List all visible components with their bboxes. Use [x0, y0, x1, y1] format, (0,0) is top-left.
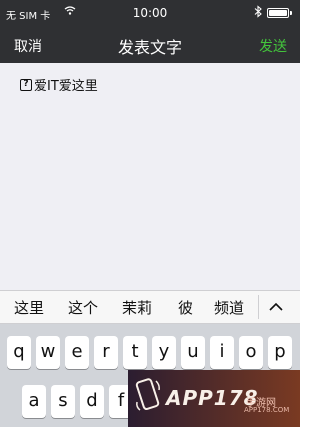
- compose-text: 爱IT爱这里: [34, 79, 98, 94]
- page-title: 发表文字: [117, 38, 182, 57]
- candidate-word[interactable]: 茉莉: [122, 297, 152, 318]
- key[interactable]: a: [22, 385, 46, 418]
- battery-icon: [267, 8, 289, 18]
- key[interactable]: i: [210, 336, 234, 369]
- key[interactable]: r: [94, 336, 118, 369]
- candidate-divider: [258, 295, 259, 319]
- candidate-word[interactable]: 这里: [14, 297, 44, 318]
- key[interactable]: q: [7, 336, 31, 369]
- candidate-word[interactable]: 彼: [178, 297, 193, 318]
- key[interactable]: p: [268, 336, 292, 369]
- battery-tip: [290, 11, 292, 15]
- key[interactable]: s: [51, 385, 75, 418]
- key[interactable]: o: [239, 336, 263, 369]
- bluetooth-icon: [254, 5, 262, 18]
- cancel-button[interactable]: 取消: [14, 36, 42, 56]
- watermark-logo: APP178 手游网 APP178.COM: [128, 370, 300, 427]
- send-button[interactable]: 发送: [259, 36, 287, 56]
- candidate-bar: 这里 这个 茉莉 彼 频道: [0, 290, 300, 324]
- candidate-word[interactable]: 这个: [68, 297, 98, 318]
- post-text-screen: 无 SIM 卡 10:00 取消 发表文字 发送 ? 爱IT爱这里 这里 这个 …: [0, 0, 300, 427]
- compose-area[interactable]: ? 爱IT爱这里: [0, 63, 300, 290]
- key[interactable]: y: [152, 336, 176, 369]
- candidate-word[interactable]: 频道: [214, 297, 244, 318]
- phone-icon: [135, 378, 160, 411]
- key[interactable]: d: [80, 385, 104, 418]
- question-box-icon: ?: [20, 78, 32, 91]
- key[interactable]: t: [123, 336, 147, 369]
- key[interactable]: u: [181, 336, 205, 369]
- watermark-url: APP178.COM: [244, 406, 290, 414]
- compose-content[interactable]: ? 爱IT爱这里: [20, 75, 98, 94]
- key[interactable]: e: [65, 336, 89, 369]
- status-bar: 无 SIM 卡 10:00: [0, 0, 300, 27]
- key[interactable]: w: [36, 336, 60, 369]
- nav-bar: 取消 发表文字 发送: [0, 27, 300, 63]
- chevron-up-icon[interactable]: [266, 299, 286, 315]
